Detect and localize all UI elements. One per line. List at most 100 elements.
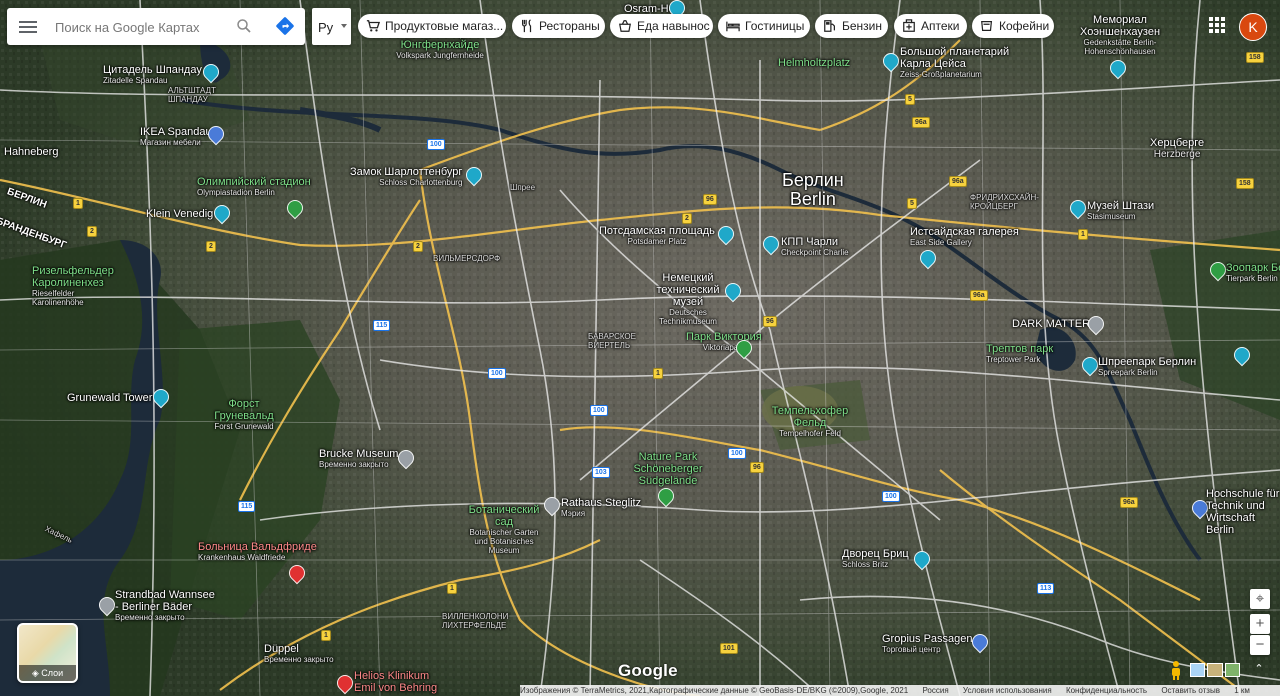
label-waldfriede[interactable]: Больница Вальдфриде Krankenhaus Waldfried…: [198, 541, 317, 562]
label-darkmatter[interactable]: DARK MATTER: [1012, 318, 1090, 330]
road-shield: 96a: [912, 117, 930, 128]
imagery-thumbnails[interactable]: [1190, 663, 1240, 677]
road-shield: 113: [1037, 583, 1055, 594]
label-lichterfelde: ВИЛЛЕНКОЛОНИ ЛИХТЕРФЕЛЬДЕ: [442, 612, 509, 630]
label-technik[interactable]: Немецкий технический музей Deutsches Tech…: [650, 272, 726, 326]
label-spree: Шпрее: [510, 183, 536, 192]
menu-icon[interactable]: [19, 18, 37, 34]
search-box: [7, 8, 305, 45]
chip-hotels[interactable]: Гостиницы: [718, 14, 810, 38]
terms-link[interactable]: Условия использования: [963, 686, 1052, 695]
privacy-link[interactable]: Конфиденциальность: [1066, 686, 1147, 695]
expand-icon[interactable]: ⌃: [1250, 660, 1268, 678]
satellite-map[interactable]: Osram-Hofe Мемориал Хоэншенхаузен Gedenks…: [0, 0, 1280, 696]
road-shield: 1: [1078, 229, 1088, 240]
my-location-button[interactable]: ⌖: [1250, 589, 1270, 609]
label-checkpoint[interactable]: КПП Чарли Checkpoint Charlie: [781, 236, 849, 257]
label-planetarium[interactable]: Большой планетарий Карла Цейса Zeiss-Groß…: [900, 46, 1010, 79]
road-shield: 2: [413, 241, 423, 252]
bed-icon: [726, 21, 740, 32]
road-shield: 1: [73, 198, 83, 209]
road-shield: 96a: [949, 176, 967, 187]
thumbnail-terrain[interactable]: [1207, 663, 1223, 677]
cart-icon: [366, 20, 380, 32]
label-gropius[interactable]: Gropius Passagen Торговый центр: [882, 633, 973, 654]
layers-icon: ◈: [31, 668, 42, 678]
label-citadel[interactable]: Цитадель Шпандау Zitadelle Spandau: [103, 64, 202, 85]
road-shield: 158: [1236, 178, 1254, 189]
search-input[interactable]: [53, 17, 227, 37]
location-icon: ⌖: [1255, 590, 1265, 607]
label-helmholtzplatz[interactable]: Helmholtzplatz: [778, 57, 850, 69]
chevron-down-icon: [341, 24, 347, 28]
label-stasi[interactable]: Музей Штази Stasimuseum: [1087, 200, 1154, 221]
label-ikea[interactable]: IKEA Spandau Магазин мебели: [140, 126, 212, 147]
road-shield: 2: [682, 213, 692, 224]
attribution-country: Россия: [922, 686, 949, 695]
chip-coffee[interactable]: Кофейни: [972, 14, 1054, 38]
chip-takeout[interactable]: Еда навынос: [610, 14, 713, 38]
chip-groceries[interactable]: Продуктовые магаз...: [358, 14, 506, 38]
fuel-icon: [824, 20, 835, 32]
label-hahneberg: Hahneberg: [4, 146, 59, 158]
label-memorial[interactable]: Мемориал Хоэншенхаузен Gedenkstätte Berli…: [1080, 14, 1160, 56]
chip-fuel[interactable]: Бензин: [815, 14, 888, 38]
label-duppel[interactable]: Düppel Временно закрыто: [264, 643, 334, 664]
label-hochschule[interactable]: Hochschule für Technik und Wirtschaft Be…: [1206, 488, 1280, 536]
plus-icon: +: [1255, 615, 1265, 632]
road-shield: 115: [373, 320, 391, 331]
road-shield: 5: [905, 94, 915, 105]
label-strandbad[interactable]: Strandbad Wannsee - Berliner Bäder Времен…: [115, 589, 215, 622]
label-olympic[interactable]: Олимпийский стадион Olympiastadion Berlin: [197, 176, 311, 197]
google-logo: Google: [618, 661, 678, 680]
label-grunewald-tower[interactable]: Grunewald Tower: [67, 392, 152, 404]
road-shield: 96: [763, 316, 777, 327]
road-shield: 1: [653, 368, 663, 379]
directions-icon[interactable]: [275, 16, 295, 36]
label-herzberge: Херцберге Herzberge: [1150, 137, 1205, 160]
road-shield: 96a: [1120, 497, 1138, 508]
pharmacy-icon: [903, 19, 915, 32]
label-charlottenburg[interactable]: Замок Шарлоттенбург Schloss Charlottenbur…: [350, 166, 462, 187]
layers-label: ◈ Слои: [19, 665, 76, 681]
label-spreepark[interactable]: Шпрeепарк Берлин Spreepark Berlin: [1098, 356, 1196, 377]
label-tempelhof[interactable]: Темпельхофер Фельд Tempelhofer Feld: [770, 405, 850, 438]
label-treptower[interactable]: Трептов парк Treptower Park: [986, 343, 1053, 364]
thumbnail-map[interactable]: [1190, 663, 1206, 677]
layers-button[interactable]: ◈ Слои: [17, 623, 78, 683]
pegman-icon[interactable]: [1166, 660, 1186, 680]
attribution-bar: Изображения © TerraMetrics, 2021,Картогр…: [520, 685, 1280, 696]
search-icon[interactable]: [235, 17, 253, 35]
label-potsdamer[interactable]: Потсдамская площадь Potsdamer Platz: [599, 225, 715, 246]
label-eastside[interactable]: Истсайдская галерея East Side Gallery: [910, 226, 1019, 247]
label-klein-venedig[interactable]: Klein Venedig: [146, 208, 213, 220]
thumbnail-satellite[interactable]: [1224, 663, 1240, 677]
label-botanical[interactable]: Ботанический сад Botanischer Garten und B…: [466, 504, 542, 555]
label-city: Берлин Berlin: [782, 170, 844, 209]
zoom-in-button[interactable]: +: [1250, 614, 1270, 634]
feedback-link[interactable]: Оставить отзыв: [1161, 686, 1220, 695]
fork-knife-icon: [522, 19, 532, 33]
label-brucke[interactable]: Brucke Museum Временно закрыто: [319, 448, 398, 469]
label-bayerisches: БАВАРСКОЕ ВИЕРТЕЛЬ: [588, 332, 636, 350]
road-shield: 115: [238, 501, 256, 512]
label-rathaus[interactable]: Rathaus Steglitz Мэрия: [561, 497, 641, 518]
attribution-imagery: Изображения © TerraMetrics, 2021,Картогр…: [520, 686, 909, 695]
label-forest: Форст Груневальд Forst Grunewald: [214, 398, 274, 431]
road-shield: 100: [728, 448, 746, 459]
label-britz[interactable]: Дворец Бриц Schloss Britz: [842, 548, 909, 569]
zoom-out-button[interactable]: −: [1250, 635, 1270, 655]
label-helios[interactable]: Helios Klinikum Emil von Behring: [354, 670, 444, 694]
account-avatar[interactable]: K: [1239, 13, 1267, 41]
road-shield: 2: [87, 226, 97, 237]
road-shield: 2: [206, 241, 216, 252]
road-shield: 1: [447, 583, 457, 594]
language-select[interactable]: Ру: [312, 8, 351, 45]
chip-pharmacies[interactable]: Аптеки: [894, 14, 967, 38]
road-shield: 100: [882, 491, 900, 502]
label-naturepark[interactable]: Nature Park Schöneberger Südgelände: [633, 451, 703, 487]
label-tierpark[interactable]: Зоопарк БерлинTierpark Berlin: [1226, 262, 1280, 283]
chip-restaurants[interactable]: Рестораны: [512, 14, 605, 38]
apps-grid-icon[interactable]: [1209, 17, 1225, 33]
road-shield: 100: [427, 139, 445, 150]
